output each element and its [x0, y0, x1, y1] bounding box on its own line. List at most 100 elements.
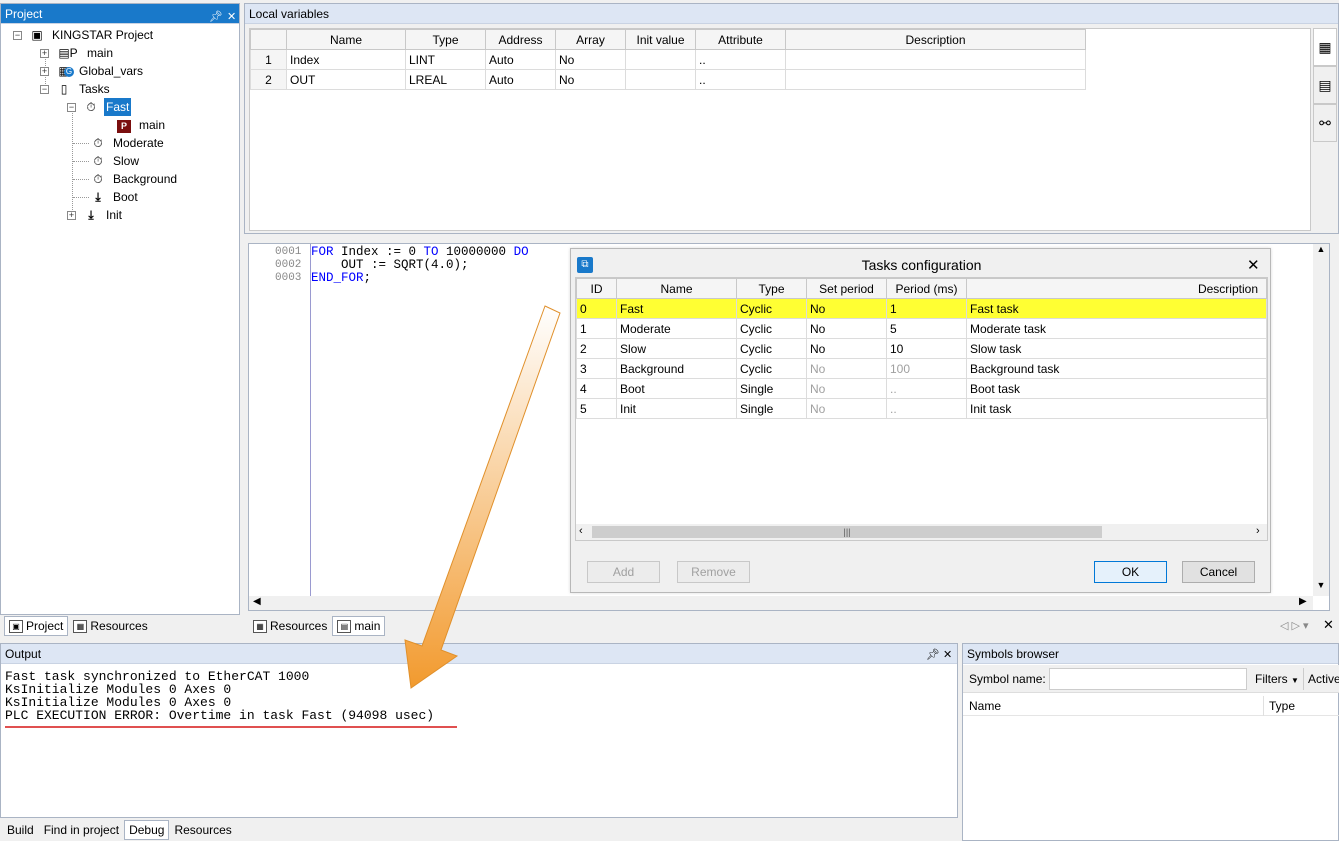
- collapse-icon[interactable]: −: [13, 30, 22, 40]
- column-header-description[interactable]: Description: [966, 278, 1267, 299]
- tree-item-fast-main[interactable]: P main: [115, 116, 167, 134]
- scroll-thumb[interactable]: |||: [592, 526, 1102, 538]
- table-row[interactable]: 1 Moderate Cyclic No 5 Moderate task: [576, 318, 1267, 339]
- task-cell-period[interactable]: ..: [886, 398, 967, 419]
- table-row[interactable]: 2 OUT LREAL Auto No ..: [250, 69, 1086, 90]
- tab-nav-arrows[interactable]: ◁ ▷ ▾: [1280, 619, 1309, 632]
- task-cell-period[interactable]: ..: [886, 378, 967, 399]
- task-cell-id[interactable]: 3: [576, 358, 617, 379]
- watch-glasses-icon[interactable]: ⚯: [1313, 104, 1337, 142]
- tree-item-fast[interactable]: − ⏱ Fast: [67, 98, 132, 116]
- task-cell-id[interactable]: 4: [576, 378, 617, 399]
- task-cell-period[interactable]: 10: [886, 338, 967, 359]
- tab-main[interactable]: ▤ main: [332, 616, 386, 636]
- task-cell-desc[interactable]: Moderate task: [966, 318, 1267, 339]
- task-cell-id[interactable]: 0: [576, 298, 617, 319]
- tree-item-root[interactable]: − ▣ KINGSTAR Project: [13, 26, 155, 44]
- column-header-name[interactable]: Name: [286, 29, 406, 50]
- column-header-period[interactable]: Period (ms): [886, 278, 967, 299]
- column-header-array[interactable]: Array: [555, 29, 626, 50]
- task-cell-type[interactable]: Cyclic: [736, 358, 807, 379]
- grid-view-icon[interactable]: ▦: [1313, 28, 1337, 66]
- code-text[interactable]: FOR Index := 0 TO 10000000 DO OUT := SQR…: [311, 246, 529, 285]
- task-cell-desc[interactable]: Init task: [966, 398, 1267, 419]
- task-cell-desc[interactable]: Boot task: [966, 378, 1267, 399]
- task-cell-id[interactable]: 1: [576, 318, 617, 339]
- task-cell-type[interactable]: Cyclic: [736, 338, 807, 359]
- table-row[interactable]: 0 Fast Cyclic No 1 Fast task: [576, 298, 1267, 319]
- task-cell-name[interactable]: Boot: [616, 378, 737, 399]
- tab-build[interactable]: Build: [2, 820, 39, 840]
- column-header-init-value[interactable]: Init value: [625, 29, 696, 50]
- tab-project[interactable]: ▣ Project: [4, 616, 69, 636]
- close-icon[interactable]: ✕: [943, 645, 952, 665]
- close-icon[interactable]: ✕: [227, 7, 236, 27]
- expand-icon[interactable]: +: [40, 48, 49, 58]
- scroll-right-icon[interactable]: ›: [1256, 525, 1260, 537]
- expand-icon[interactable]: +: [40, 66, 49, 76]
- column-header-description[interactable]: Description: [785, 29, 1086, 50]
- expand-icon[interactable]: +: [67, 210, 76, 220]
- task-cell-set[interactable]: No: [806, 318, 887, 339]
- pin-icon[interactable]: 📌︎: [926, 645, 940, 665]
- add-button[interactable]: Add: [587, 561, 660, 583]
- remove-button[interactable]: Remove: [677, 561, 750, 583]
- tree-item-background[interactable]: ⏱ Background: [89, 170, 179, 188]
- scroll-left-icon[interactable]: ‹: [579, 525, 583, 537]
- column-header-type[interactable]: Type: [1269, 699, 1295, 713]
- dialog-close-icon[interactable]: ✕: [1247, 256, 1260, 274]
- column-header[interactable]: [250, 29, 287, 50]
- task-cell-set[interactable]: No: [806, 338, 887, 359]
- task-cell-id[interactable]: 5: [576, 398, 617, 419]
- table-row[interactable]: 1 Index LINT Auto No ..: [250, 49, 1086, 70]
- table-row[interactable]: 2 Slow Cyclic No 10 Slow task: [576, 338, 1267, 359]
- collapse-icon[interactable]: −: [67, 102, 76, 112]
- task-cell-id[interactable]: 2: [576, 338, 617, 359]
- task-cell-name[interactable]: Fast: [616, 298, 737, 319]
- text-view-icon[interactable]: ▤: [1313, 66, 1337, 104]
- tab-find-in-project[interactable]: Find in project: [39, 820, 124, 840]
- tree-item-moderate[interactable]: ⏱ Moderate: [89, 134, 166, 152]
- tab-resources-editor[interactable]: ▦ Resources: [248, 616, 332, 636]
- task-cell-type[interactable]: Cyclic: [736, 318, 807, 339]
- tree-item-boot[interactable]: ⤓ Boot: [89, 188, 140, 206]
- ok-button[interactable]: OK: [1094, 561, 1167, 583]
- task-cell-name[interactable]: Slow: [616, 338, 737, 359]
- editor-hscrollbar[interactable]: ◀ ▶: [249, 596, 1313, 610]
- column-header-attribute[interactable]: Attribute: [695, 29, 786, 50]
- cancel-button[interactable]: Cancel: [1182, 561, 1255, 583]
- column-header-address[interactable]: Address: [485, 29, 556, 50]
- task-cell-set[interactable]: No: [806, 378, 887, 399]
- task-cell-set[interactable]: No: [806, 398, 887, 419]
- active-toggle[interactable]: Active: [1308, 672, 1339, 686]
- scroll-down-icon[interactable]: ▼: [1313, 580, 1329, 590]
- table-row[interactable]: 4 Boot Single No.. Boot task: [576, 378, 1267, 399]
- scroll-right-icon[interactable]: ▶: [1299, 596, 1307, 607]
- tab-debug[interactable]: Debug: [124, 820, 170, 840]
- scroll-up-icon[interactable]: ▲: [1313, 244, 1329, 254]
- task-cell-desc[interactable]: Fast task: [966, 298, 1267, 319]
- task-cell-desc[interactable]: Background task: [966, 358, 1267, 379]
- column-header-type[interactable]: Type: [405, 29, 486, 50]
- task-cell-period[interactable]: 100: [886, 358, 967, 379]
- scroll-left-icon[interactable]: ◀: [253, 596, 261, 607]
- task-cell-period[interactable]: 1: [886, 298, 967, 319]
- output-log[interactable]: Fast task synchronized to EtherCAT 1000 …: [5, 670, 434, 722]
- collapse-icon[interactable]: −: [40, 84, 49, 94]
- task-cell-set[interactable]: No: [806, 298, 887, 319]
- pin-icon[interactable]: 📌︎: [209, 7, 223, 27]
- tree-item-main[interactable]: + ▤P main: [40, 44, 115, 62]
- close-tab-icon[interactable]: ✕: [1323, 617, 1334, 633]
- filters-dropdown[interactable]: Filters ▼: [1255, 672, 1299, 686]
- tree-item-slow[interactable]: ⏱ Slow: [89, 152, 141, 170]
- tree-item-global-vars[interactable]: + ▦G Global_vars: [40, 62, 145, 80]
- table-row[interactable]: 5 Init Single No.. Init task: [576, 398, 1267, 419]
- column-header-type[interactable]: Type: [736, 278, 807, 299]
- task-cell-period[interactable]: 5: [886, 318, 967, 339]
- column-header-set-period[interactable]: Set period: [806, 278, 887, 299]
- tab-resources[interactable]: ▦ Resources: [68, 616, 152, 636]
- column-header-id[interactable]: ID: [576, 278, 617, 299]
- tree-item-tasks[interactable]: − ▯ Tasks: [40, 80, 112, 98]
- task-cell-type[interactable]: Cyclic: [736, 298, 807, 319]
- editor-vscrollbar[interactable]: ▲ ▼: [1313, 244, 1329, 596]
